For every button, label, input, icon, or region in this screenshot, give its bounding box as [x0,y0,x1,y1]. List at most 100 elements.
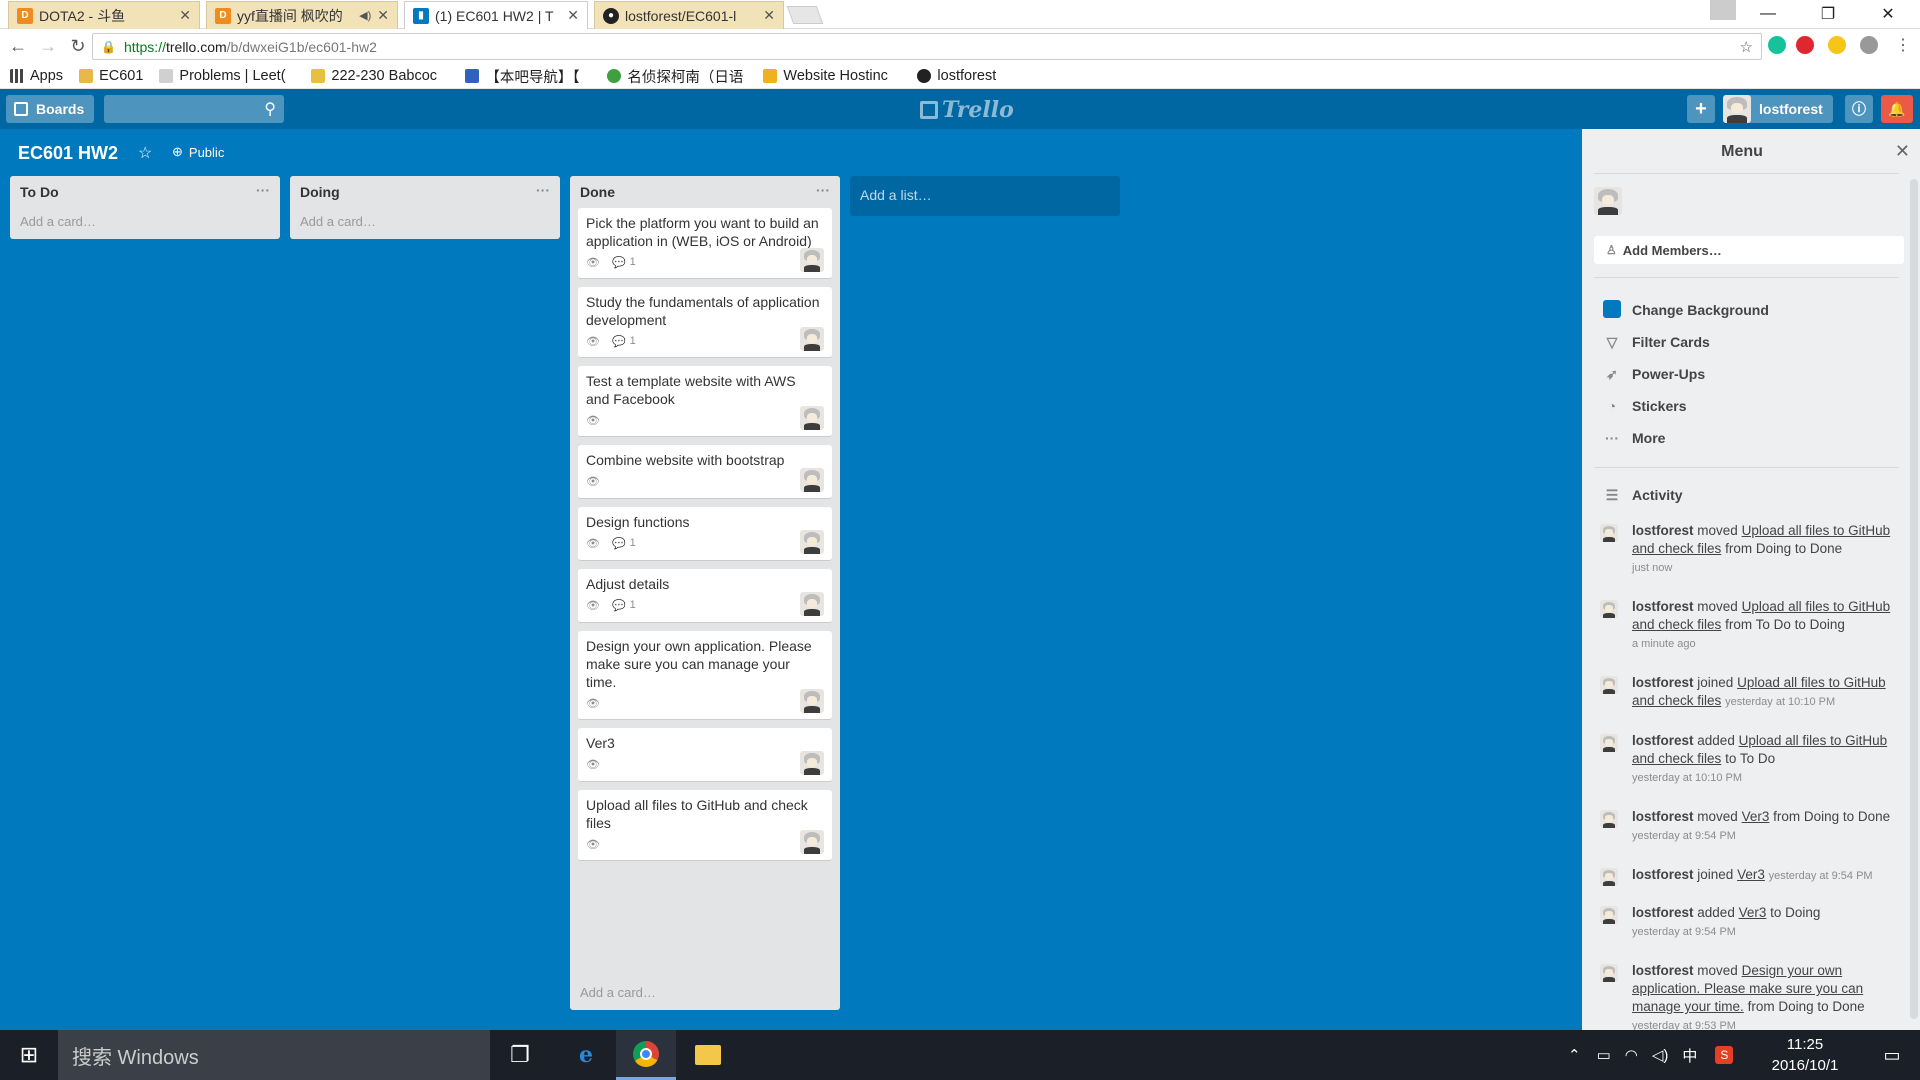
activity-user[interactable]: lostforest [1632,675,1694,690]
avatar[interactable] [1600,600,1618,618]
boards-button[interactable]: Boards [6,95,94,123]
activity-user[interactable]: lostforest [1632,867,1694,882]
avatar[interactable] [800,751,824,775]
ime-indicator[interactable]: 中 [1682,1045,1697,1066]
activity-time[interactable]: yesterday at 10:10 PM [1725,696,1835,708]
bookmark-lostforest[interactable]: lostforest [917,68,996,84]
power-ups-item[interactable]: ➶ Power-Ups [1602,362,1705,386]
activity-card-link[interactable]: Ver3 [1742,809,1770,824]
chevron-up-icon[interactable]: ⌃ [1568,1046,1581,1064]
add-card-button[interactable]: Add a card… [290,208,560,239]
change-background-item[interactable]: Change Background [1602,298,1769,322]
avatar[interactable] [800,327,824,351]
visibility-button[interactable]: ⊕ Public [172,144,224,160]
speaker-icon[interactable]: ◀) [359,9,371,22]
close-icon[interactable]: ✕ [1895,141,1910,162]
avatar[interactable] [1600,868,1618,886]
more-icon[interactable]: ··· [256,182,270,198]
activity-user[interactable]: lostforest [1632,809,1694,824]
avatar[interactable] [800,406,824,430]
activity-user[interactable]: lostforest [1632,733,1694,748]
avatar[interactable] [1600,524,1618,542]
card[interactable]: Adjust details 👁 💬 1 [578,569,832,623]
add-card-button[interactable]: Add a card… [10,208,280,239]
avatar[interactable] [1594,187,1622,215]
activity-card-link[interactable]: Ver3 [1737,867,1765,882]
avatar[interactable] [1600,810,1618,828]
stickers-item[interactable]: ◔ Stickers [1602,394,1687,418]
maximize-icon[interactable]: ❐ [1800,0,1856,28]
bookmark-star-icon[interactable]: ☆ [1740,38,1753,56]
activity-time[interactable]: just now [1632,562,1672,574]
action-center-icon[interactable]: ▭ [1862,1030,1920,1080]
close-tab-icon[interactable]: ✕ [763,7,775,24]
file-explorer-icon[interactable] [678,1030,738,1080]
star-icon[interactable]: ☆ [138,143,152,163]
avatar[interactable] [800,248,824,272]
avatar[interactable] [800,830,824,854]
card[interactable]: Design your own application. Please make… [578,631,832,720]
taskbar-search-input[interactable]: 搜索 Windows [58,1030,490,1080]
edge-icon[interactable]: e [556,1030,616,1080]
activity-time[interactable]: yesterday at 10:10 PM [1632,772,1742,784]
card[interactable]: Design functions 👁 💬 1 [578,507,832,561]
avatar[interactable] [800,530,824,554]
bookmark-tieba[interactable]: 【本吧导航】【 [465,66,591,87]
activity-user[interactable]: lostforest [1632,963,1694,978]
avatar[interactable] [1600,734,1618,752]
extension-globe-icon[interactable] [1860,36,1878,54]
sidebar-scrollbar[interactable] [1910,179,1918,1019]
more-icon[interactable]: ··· [816,182,830,198]
bookmark-ec601[interactable]: EC601 [79,68,143,84]
taskbar-clock[interactable]: 11:25 2016/10/1 [1760,1034,1850,1076]
close-tab-icon[interactable]: ✕ [179,7,191,24]
battery-icon[interactable]: ▭ [1597,1046,1611,1064]
card[interactable]: Test a template website with AWS and Fac… [578,366,832,437]
close-tab-icon[interactable]: ✕ [377,7,389,24]
browser-tab-trello[interactable]: ▮ (1) EC601 HW2 | T ✕ [404,1,588,29]
profile-icon[interactable] [1710,0,1736,20]
activity-user[interactable]: lostforest [1632,905,1694,920]
extension-grammarly-icon[interactable] [1768,36,1786,54]
card[interactable]: Ver3 👁 [578,728,832,782]
sogou-icon[interactable]: S [1715,1046,1734,1064]
list-header[interactable]: Done ··· [570,176,840,208]
avatar[interactable] [1600,964,1618,982]
avatar[interactable] [1600,906,1618,924]
notifications-button[interactable]: 🔔 [1881,95,1913,123]
address-bar[interactable]: 🔒 https:// trello.com /b/dwxeiG1b/ec601-… [92,33,1762,60]
browser-menu-icon[interactable]: ⋮ [1895,35,1911,55]
activity-user[interactable]: lostforest [1632,523,1694,538]
add-list-button[interactable]: Add a list… [850,176,1120,216]
activity-time[interactable]: yesterday at 9:54 PM [1769,870,1873,882]
avatar[interactable] [800,592,824,616]
create-button[interactable]: + [1687,95,1715,123]
avatar[interactable] [1600,676,1618,694]
more-item[interactable]: ··· More [1602,426,1665,450]
close-window-icon[interactable]: ✕ [1860,0,1916,28]
extension-opera-icon[interactable] [1796,36,1814,54]
new-tab-button[interactable] [786,6,824,24]
member-menu-button[interactable]: lostforest [1723,95,1833,123]
browser-tab-dota2[interactable]: D DOTA2 - 斗鱼 ✕ [8,1,200,29]
filter-cards-item[interactable]: ▽ Filter Cards [1602,330,1710,354]
trello-logo[interactable]: Trello [920,97,1014,123]
reload-icon[interactable]: ↻ [66,35,90,59]
list-header[interactable]: To Do ··· [10,176,280,208]
add-card-button[interactable]: Add a card… [570,979,666,1010]
add-members-button[interactable]: ♙ Add Members… [1594,236,1904,264]
list-header[interactable]: Doing ··· [290,176,560,208]
activity-time[interactable]: yesterday at 9:54 PM [1632,830,1736,842]
chrome-icon[interactable] [616,1030,676,1080]
more-icon[interactable]: ··· [536,182,550,198]
close-tab-icon[interactable]: ✕ [567,7,579,24]
volume-icon[interactable]: ◁) [1652,1046,1669,1064]
search-input[interactable]: ⚲ [104,95,284,123]
activity-card-link[interactable]: Ver3 [1739,905,1767,920]
card[interactable]: Pick the platform you want to build an a… [578,208,832,279]
card[interactable]: Study the fundamentals of application de… [578,287,832,358]
forward-icon[interactable]: → [36,35,60,59]
bookmark-leetcode[interactable]: Problems | Leet( [159,68,295,84]
browser-tab-github[interactable]: ● lostforest/EC601-l ✕ [594,1,784,29]
task-view-icon[interactable]: ❐ [490,1030,550,1080]
